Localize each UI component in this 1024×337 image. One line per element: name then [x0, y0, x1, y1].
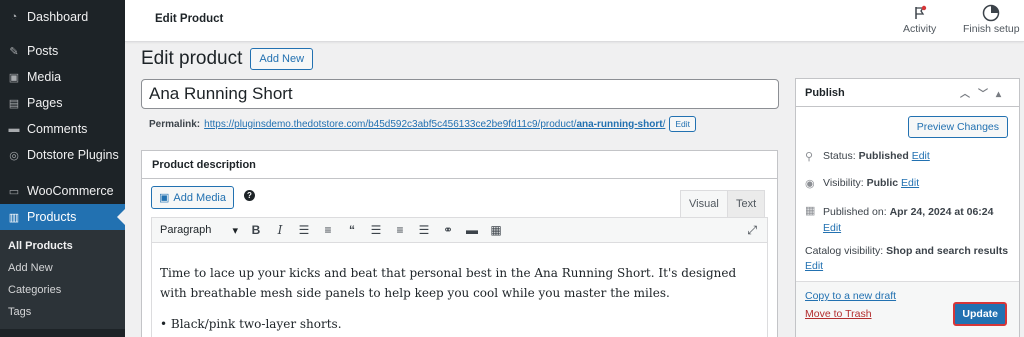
permalink-edit-button[interactable]: Edit	[669, 116, 696, 132]
dashboard-icon: ◔	[10, 11, 18, 23]
submenu-all-products[interactable]: All Products	[0, 235, 125, 257]
permalink-link[interactable]: https://pluginsdemo.thedotstore.com/b45d…	[204, 119, 665, 130]
sidebar-item-label: Media	[27, 70, 62, 84]
align-left-icon[interactable]: ☰	[365, 223, 387, 237]
status-row: ⚲ Status: Published Edit	[805, 150, 930, 163]
sidebar-item-products[interactable]: ▥ Products	[0, 204, 125, 230]
align-center-icon[interactable]: ≡	[389, 223, 411, 237]
permalink-label: Permalink:	[149, 118, 201, 130]
submenu-add-new[interactable]: Add New	[0, 257, 125, 279]
fullscreen-icon[interactable]: ⤢	[747, 223, 757, 238]
pin-icon: ✎	[9, 45, 19, 58]
editor-toolbar: Paragraph ▾ B I ☰ ≡ “ ☰ ≡ ☰ ⚭ ▬ ▦ ⤢	[151, 217, 768, 243]
sidebar-item-comments[interactable]: ▬ Comments	[0, 116, 125, 142]
update-button[interactable]: Update	[953, 302, 1007, 326]
plugin-icon: ◎	[9, 149, 19, 162]
sidebar-item-label: Posts	[27, 44, 59, 58]
permalink-row: Permalink: https://pluginsdemo.thedotsto…	[149, 114, 779, 134]
sidebar-item-label: Dotstore Plugins	[27, 148, 119, 162]
finish-setup-label: Finish setup	[963, 23, 1020, 35]
link-icon[interactable]: ⚭	[437, 223, 459, 237]
publish-actions: Copy to a new draft Move to Trash Update	[796, 281, 1019, 337]
description-paragraph: Time to lace up your kicks and beat that…	[160, 266, 737, 300]
bullet-list-icon[interactable]: ☰	[293, 223, 315, 237]
woo-icon: ▭	[8, 185, 20, 198]
submenu-tags[interactable]: Tags	[0, 301, 125, 323]
sidebar-item-media[interactable]: ▣ Media	[0, 64, 125, 90]
submenu-categories[interactable]: Categories	[0, 279, 125, 301]
sidebar-item-woocommerce[interactable]: ▭ WooCommerce	[0, 178, 125, 204]
add-new-button[interactable]: Add New	[250, 48, 314, 70]
help-icon[interactable]: ?	[244, 190, 255, 201]
product-description-box: Product description ▣ Add Media ? Visual…	[141, 150, 778, 337]
box-controls: ︿﹀▴	[960, 85, 1009, 100]
published-on-row: ▦ Published on: Apr 24, 2024 at 06:24 Edi…	[805, 205, 994, 234]
sidebar-item-label: Pages	[27, 96, 63, 110]
edit-catalog-link[interactable]: Edit	[805, 260, 823, 272]
edit-visibility-link[interactable]: Edit	[901, 177, 919, 189]
edit-status-link[interactable]: Edit	[912, 150, 930, 162]
tab-visual[interactable]: Visual	[680, 190, 728, 217]
publish-title: Publish	[805, 86, 845, 99]
top-bar: Edit Product Activity Finish setup	[125, 0, 1024, 42]
move-to-trash-link[interactable]: Move to Trash	[805, 308, 872, 320]
page-heading: Edit product	[141, 48, 243, 69]
bold-icon[interactable]: B	[245, 223, 267, 237]
copy-to-draft-link[interactable]: Copy to a new draft	[805, 290, 896, 302]
activity-label: Activity	[903, 23, 937, 35]
description-title: Product description	[142, 151, 777, 179]
pages-icon: ▤	[8, 97, 20, 110]
editor-content[interactable]: Time to lace up your kicks and beat that…	[151, 243, 768, 337]
products-submenu: All Products Add New Categories Tags	[0, 230, 125, 329]
visibility-row: ◉ Visibility: Public Edit	[805, 177, 920, 190]
numbered-list-icon[interactable]: ≡	[317, 223, 339, 237]
italic-icon[interactable]: I	[269, 223, 291, 237]
preview-changes-button[interactable]: Preview Changes	[907, 116, 1008, 138]
sidebar-item-pages[interactable]: ▤ Pages	[0, 90, 125, 116]
comment-icon: ▬	[8, 123, 20, 135]
sidebar-item-label: Comments	[27, 122, 88, 136]
catalog-visibility-row: Catalog visibility: Shop and search resu…	[805, 245, 1009, 272]
toolbar-toggle-icon[interactable]: ▦	[485, 223, 507, 237]
add-media-button[interactable]: ▣ Add Media	[151, 186, 234, 209]
collapse-icon[interactable]: ▴	[996, 89, 1009, 100]
edit-date-link[interactable]: Edit	[823, 222, 841, 234]
publish-box: Publish ︿﹀▴ Preview Changes ⚲ Status: Pu…	[795, 78, 1020, 337]
sidebar-item-label: Dashboard	[27, 10, 89, 24]
calendar-icon: ▦	[805, 205, 816, 217]
pin-icon: ⚲	[805, 151, 814, 163]
product-title-input[interactable]: Ana Running Short	[141, 79, 779, 109]
read-more-icon[interactable]: ▬	[461, 223, 483, 237]
description-bullet: • Black/pink two-layer shorts.	[160, 317, 342, 331]
page-title: Edit Product	[155, 13, 224, 25]
media-icon: ▣	[159, 192, 170, 204]
dropdown-arrow-icon: ▾	[232, 224, 238, 237]
admin-sidebar: ◔ Dashboard ✎ Posts ▣ Media ▤ Pages ▬ Co…	[0, 0, 125, 337]
activity-button[interactable]: Activity	[903, 3, 936, 35]
tab-text[interactable]: Text	[727, 190, 766, 217]
progress-circle-icon	[963, 3, 1020, 23]
sidebar-item-label: WooCommerce	[27, 184, 114, 198]
products-icon: ▥	[8, 211, 20, 224]
move-up-icon[interactable]: ︿	[960, 89, 978, 100]
finish-setup-button[interactable]: Finish setup	[963, 3, 1020, 35]
sidebar-item-dotstore-plugins[interactable]: ◎ Dotstore Plugins	[0, 142, 125, 168]
move-down-icon[interactable]: ﹀	[978, 89, 996, 100]
sidebar-item-dashboard[interactable]: ◔ Dashboard	[0, 4, 125, 30]
align-right-icon[interactable]: ☰	[413, 223, 435, 237]
format-select[interactable]: Paragraph ▾	[157, 224, 243, 237]
media-icon: ▣	[8, 71, 20, 84]
flag-icon	[903, 3, 936, 23]
sidebar-item-label: Products	[27, 210, 77, 224]
blockquote-icon[interactable]: “	[341, 223, 363, 237]
eye-icon: ◉	[805, 178, 815, 190]
sidebar-item-posts[interactable]: ✎ Posts	[0, 38, 125, 64]
main-content: Edit product Add New Ana Running Short P…	[141, 42, 779, 337]
